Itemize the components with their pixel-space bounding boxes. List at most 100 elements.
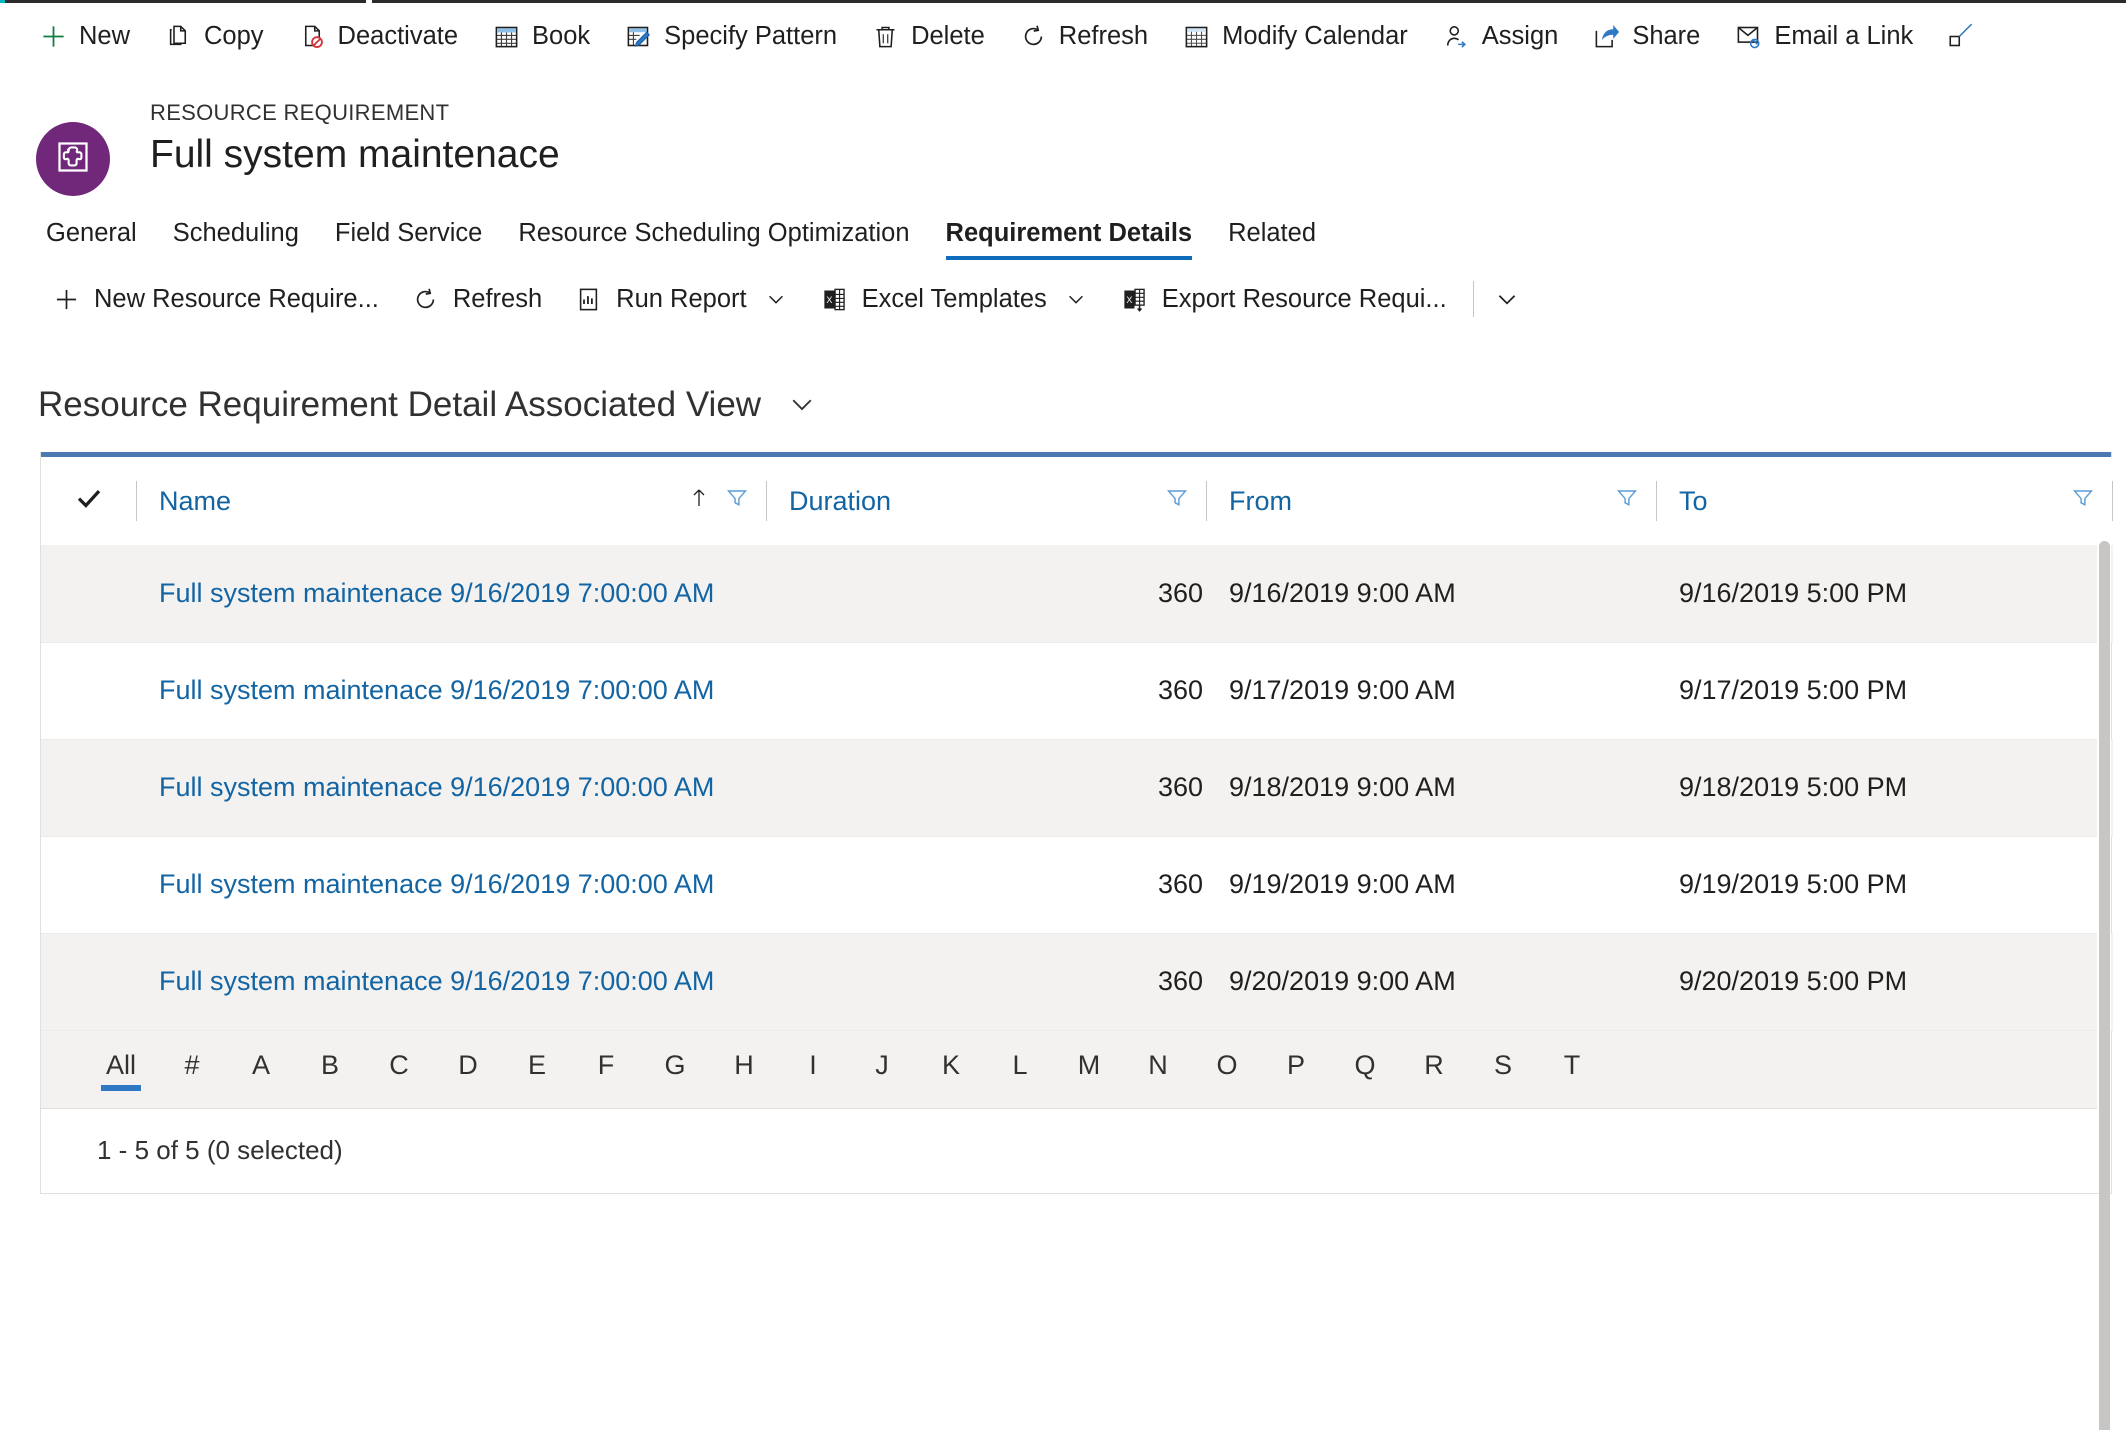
grid-vertical-scrollbar[interactable] — [2097, 457, 2111, 1430]
row-name-link[interactable]: Full system maintenace 9/16/2019 7:00:00… — [159, 675, 714, 705]
filter-icon[interactable] — [2071, 486, 2095, 517]
copy-button[interactable]: Copy — [147, 14, 281, 60]
calendar-book-icon — [492, 22, 521, 51]
alpha-filter-s[interactable]: S — [1480, 1048, 1526, 1091]
plus-icon — [52, 285, 81, 314]
column-header-select-all[interactable] — [41, 457, 137, 545]
alpha-filter-o[interactable]: O — [1204, 1048, 1250, 1091]
grid-header-row: Name Duration From To — [41, 457, 2113, 545]
assign-button[interactable]: Assign — [1425, 14, 1576, 60]
row-name-cell: Full system maintenace 9/16/2019 7:00:00… — [137, 933, 767, 1031]
table-row[interactable]: Full system maintenace 9/16/2019 7:00:00… — [41, 836, 2113, 934]
checkmark-icon[interactable] — [74, 483, 104, 520]
chevron-down-icon[interactable] — [1064, 287, 1088, 311]
column-header-to[interactable]: To — [1657, 457, 2113, 545]
deactivate-button[interactable]: Deactivate — [281, 14, 475, 60]
row-select-cell[interactable] — [41, 545, 137, 643]
row-to-cell: 9/20/2019 5:00 PM — [1657, 933, 2113, 1031]
plus-icon — [39, 22, 68, 51]
tab-field-service[interactable]: Field Service — [317, 220, 500, 261]
window-top-border — [0, 0, 2126, 5]
report-icon — [574, 285, 603, 314]
email-a-link-button[interactable]: Email a Link — [1717, 14, 1930, 60]
flow-button[interactable] — [1930, 14, 1987, 60]
table-row[interactable]: Full system maintenace 9/16/2019 7:00:00… — [41, 642, 2113, 740]
grid-refresh-button[interactable]: Refresh — [395, 275, 558, 323]
new-resource-requirement-button[interactable]: New Resource Require... — [36, 275, 395, 323]
chevron-down-icon[interactable] — [783, 385, 821, 423]
alpha-filter-f[interactable]: F — [583, 1048, 629, 1091]
alpha-filter-j[interactable]: J — [859, 1048, 905, 1091]
table-row[interactable]: Full system maintenace 9/16/2019 7:00:00… — [41, 739, 2113, 837]
filter-icon[interactable] — [1165, 486, 1189, 517]
sort-ascending-icon[interactable] — [687, 486, 711, 517]
filter-icon[interactable] — [725, 486, 749, 517]
svg-text:X: X — [826, 294, 832, 304]
alpha-filter-n[interactable]: N — [1135, 1048, 1181, 1091]
book-button[interactable]: Book — [475, 14, 607, 60]
modify-calendar-button[interactable]: Modify Calendar — [1165, 14, 1425, 60]
row-name-link[interactable]: Full system maintenace 9/16/2019 7:00:00… — [159, 966, 714, 996]
alpha-filter-h[interactable]: H — [721, 1048, 767, 1091]
column-header-from[interactable]: From — [1207, 457, 1657, 545]
alpha-filter-m[interactable]: M — [1066, 1048, 1112, 1091]
book-button-label: Book — [532, 21, 591, 50]
record-entity-label: RESOURCE REQUIREMENT — [150, 100, 450, 125]
alpha-filter-d[interactable]: D — [445, 1048, 491, 1091]
view-selector-title: Resource Requirement Detail Associated V… — [38, 384, 762, 424]
copy-button-label: Copy — [204, 21, 264, 50]
column-header-to-label: To — [1679, 485, 1708, 516]
results-grid: Name Duration From To Full system mainte… — [40, 452, 2113, 1430]
row-from-cell: 9/20/2019 9:00 AM — [1207, 933, 1657, 1031]
alpha-filter-a[interactable]: A — [238, 1048, 284, 1091]
export-resource-requirement-button[interactable]: X Export Resource Requi... — [1104, 275, 1463, 323]
alpha-filter-r[interactable]: R — [1411, 1048, 1457, 1091]
modify-calendar-button-label: Modify Calendar — [1222, 21, 1408, 50]
alpha-filter-k[interactable]: K — [928, 1048, 974, 1091]
alpha-filter-t[interactable]: T — [1549, 1048, 1595, 1091]
tab-requirement-details[interactable]: Requirement Details — [928, 220, 1211, 261]
column-header-duration[interactable]: Duration — [767, 457, 1207, 545]
alpha-filter-e[interactable]: E — [514, 1048, 560, 1091]
tab-general[interactable]: General — [28, 220, 155, 261]
row-name-link[interactable]: Full system maintenace 9/16/2019 7:00:00… — [159, 578, 714, 608]
alpha-filter-all[interactable]: All — [97, 1048, 145, 1091]
row-select-cell[interactable] — [41, 642, 137, 740]
row-name-link[interactable]: Full system maintenace 9/16/2019 7:00:00… — [159, 772, 714, 802]
alpha-filter-q[interactable]: Q — [1342, 1048, 1388, 1091]
table-row[interactable]: Full system maintenace 9/16/2019 7:00:00… — [41, 933, 2113, 1031]
delete-button[interactable]: Delete — [854, 14, 1002, 60]
refresh-icon — [411, 285, 440, 314]
view-selector[interactable]: Resource Requirement Detail Associated V… — [0, 338, 2126, 434]
column-header-name-label: Name — [159, 485, 232, 516]
alpha-filter-i[interactable]: I — [790, 1048, 836, 1091]
tab-related[interactable]: Related — [1210, 220, 1334, 261]
row-select-cell[interactable] — [41, 739, 137, 837]
alpha-filter-p[interactable]: P — [1273, 1048, 1319, 1091]
tab-scheduling[interactable]: Scheduling — [155, 220, 317, 261]
row-duration-cell: 360 — [767, 836, 1207, 934]
row-name-link[interactable]: Full system maintenace 9/16/2019 7:00:00… — [159, 869, 714, 899]
share-button[interactable]: Share — [1575, 14, 1717, 60]
row-select-cell[interactable] — [41, 836, 137, 934]
table-row[interactable]: Full system maintenace 9/16/2019 7:00:00… — [41, 545, 2113, 643]
tab-resource-scheduling-optimization[interactable]: Resource Scheduling Optimization — [500, 220, 927, 261]
new-button[interactable]: New — [22, 14, 147, 60]
excel-templates-button[interactable]: X Excel Templates — [804, 275, 1104, 323]
alpha-filter-g[interactable]: G — [652, 1048, 698, 1091]
sub-toolbar-overflow-button[interactable] — [1484, 276, 1530, 322]
specify-pattern-button[interactable]: Specify Pattern — [607, 14, 854, 60]
column-header-name[interactable]: Name — [137, 457, 767, 545]
alpha-filter-hash[interactable]: # — [169, 1048, 215, 1091]
scrollbar-thumb[interactable] — [2099, 541, 2110, 1430]
filter-icon[interactable] — [1615, 486, 1639, 517]
row-to-cell: 9/17/2019 5:00 PM — [1657, 642, 2113, 740]
refresh-button[interactable]: Refresh — [1002, 14, 1165, 60]
row-select-cell[interactable] — [41, 933, 137, 1031]
run-report-button[interactable]: Run Report — [558, 275, 803, 323]
alpha-filter-c[interactable]: C — [376, 1048, 422, 1091]
alpha-filter-l[interactable]: L — [997, 1048, 1043, 1091]
alpha-filter-b[interactable]: B — [307, 1048, 353, 1091]
excel-templates-label: Excel Templates — [861, 284, 1047, 313]
chevron-down-icon[interactable] — [764, 287, 788, 311]
